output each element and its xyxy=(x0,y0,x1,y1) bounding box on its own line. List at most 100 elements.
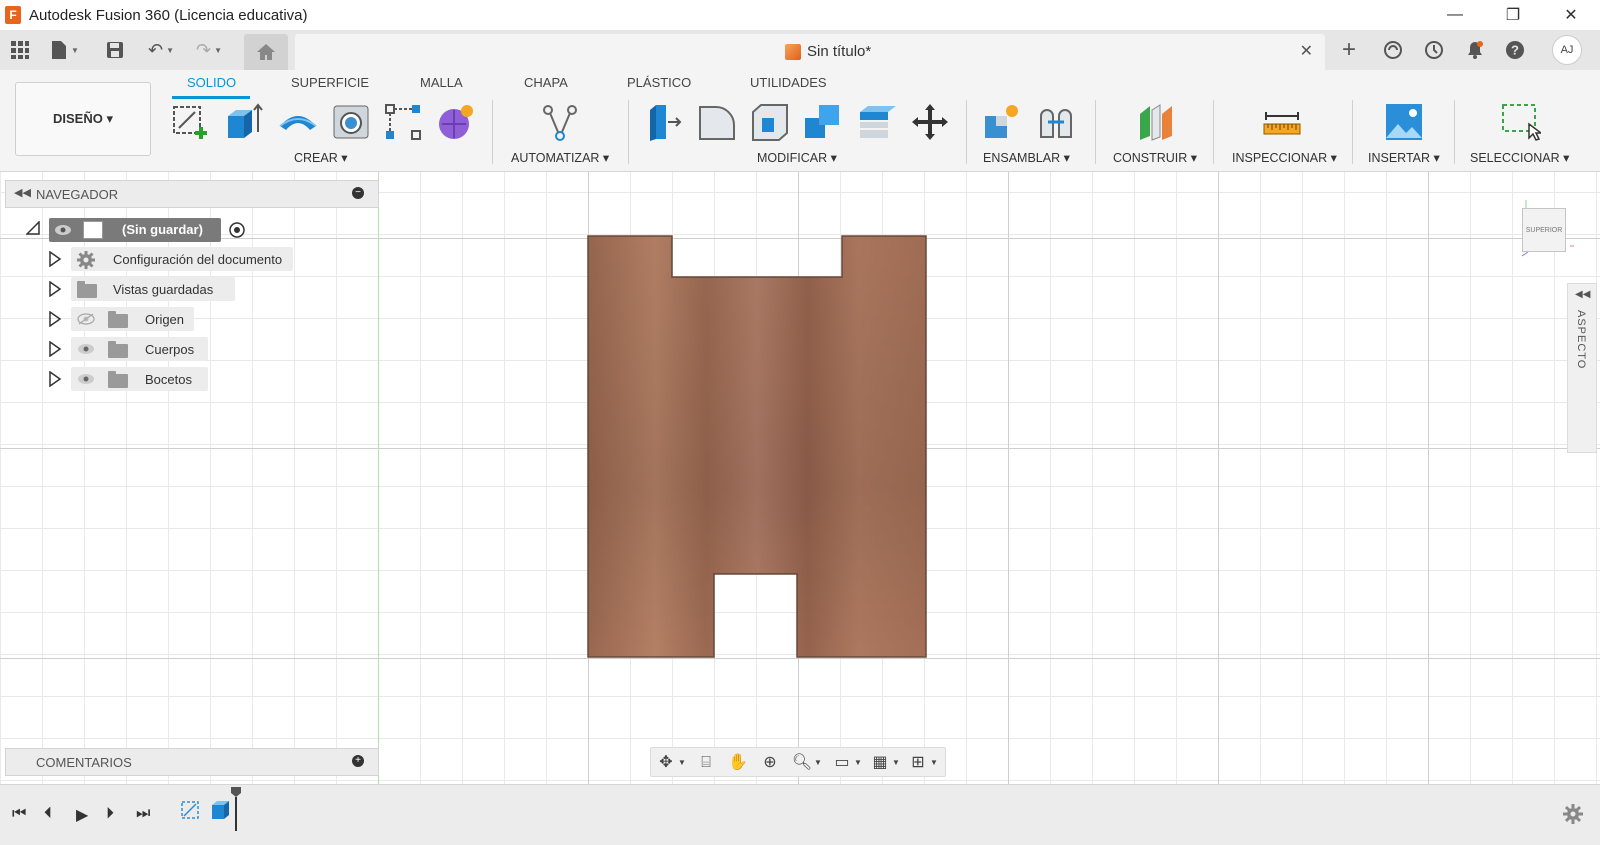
document-title: Sin título* xyxy=(807,43,872,60)
wood-body[interactable] xyxy=(587,235,927,658)
visibility-eye-icon[interactable] xyxy=(77,373,95,385)
tab-superficie[interactable]: SUPERFICIE xyxy=(291,75,369,90)
offset-face-icon[interactable] xyxy=(857,102,897,142)
comments-panel: COMENTARIOS + xyxy=(5,748,379,776)
grid-major-line xyxy=(1428,172,1429,784)
expand-arrow-icon[interactable] xyxy=(48,251,62,267)
restore-button[interactable]: ❐ xyxy=(1484,0,1542,30)
create-form-icon[interactable] xyxy=(436,102,476,142)
expand-arrow-icon[interactable] xyxy=(48,341,62,357)
seleccionar-group-label[interactable]: SELECCIONAR ▾ xyxy=(1470,150,1569,165)
visibility-eye-icon[interactable] xyxy=(54,224,72,236)
combine-icon[interactable] xyxy=(803,102,843,142)
toolbar-separator xyxy=(1095,100,1096,164)
title-bar: F Autodesk Fusion 360 (Licencia educativ… xyxy=(0,0,1600,30)
display-dropdown-icon[interactable]: ▼ xyxy=(847,752,869,774)
timeline-settings-gear-icon[interactable] xyxy=(1562,803,1584,825)
grid-dropdown-icon[interactable]: ▼ xyxy=(885,752,907,774)
close-tab-icon[interactable]: ✕ xyxy=(1300,41,1313,61)
home-tab-icon[interactable] xyxy=(244,34,288,70)
look-at-icon[interactable]: ⌸ xyxy=(695,752,717,774)
extrude-icon[interactable] xyxy=(224,102,264,142)
construir-group-label[interactable]: CONSTRUIR ▾ xyxy=(1113,150,1197,165)
timeline-marker-icon[interactable] xyxy=(230,785,242,833)
insertar-group-label[interactable]: INSERTAR ▾ xyxy=(1368,150,1440,165)
expand-arrow-icon[interactable] xyxy=(48,311,62,327)
redo-icon[interactable]: ↷ ▼ xyxy=(196,38,222,62)
insert-image-icon[interactable] xyxy=(1384,102,1424,142)
folder-icon xyxy=(108,311,128,328)
expand-arrow-icon[interactable] xyxy=(48,371,62,387)
pan-hand-icon[interactable]: ✋ xyxy=(727,752,749,774)
close-window-button[interactable]: ✕ xyxy=(1542,0,1600,30)
joint-icon[interactable] xyxy=(1036,102,1076,142)
go-to-end-icon[interactable]: ⏭ xyxy=(136,805,150,823)
inspeccionar-group-label[interactable]: INSPECCIONAR ▾ xyxy=(1232,150,1337,165)
activate-radio-icon[interactable] xyxy=(228,221,246,239)
grid-major-line xyxy=(1008,172,1009,784)
revolve-icon[interactable] xyxy=(278,102,318,142)
new-component-icon[interactable] xyxy=(982,102,1022,142)
tab-utilidades[interactable]: UTILIDADES xyxy=(750,75,827,90)
document-icon xyxy=(83,221,103,239)
tab-plastico[interactable]: PLÁSTICO xyxy=(627,75,691,90)
step-back-icon[interactable]: ⏴ xyxy=(44,805,52,823)
expand-arrow-icon[interactable] xyxy=(48,281,62,297)
gear-icon xyxy=(77,251,95,269)
user-avatar[interactable]: AJ xyxy=(1552,35,1582,65)
fusion-app-window: F Autodesk Fusion 360 (Licencia educativ… xyxy=(0,0,1600,845)
press-pull-icon[interactable] xyxy=(644,102,684,142)
add-comment-icon[interactable]: + xyxy=(352,755,364,767)
move-copy-icon[interactable] xyxy=(910,102,950,142)
timeline-sketch-icon[interactable] xyxy=(180,799,210,823)
play-icon[interactable]: ▶ xyxy=(76,805,88,825)
undo-icon[interactable]: ↶ ▼ xyxy=(148,38,174,62)
visibility-eye-icon[interactable] xyxy=(77,343,95,355)
save-icon[interactable] xyxy=(106,38,124,62)
hidden-eye-icon[interactable] xyxy=(77,313,95,325)
step-forward-icon[interactable]: ⏵ xyxy=(106,805,114,823)
root-node-label: (Sin guardar) xyxy=(122,222,203,237)
viewports-dropdown-icon[interactable]: ▼ xyxy=(923,752,945,774)
navigator-minus-icon[interactable]: − xyxy=(352,187,364,199)
pattern-icon[interactable] xyxy=(383,102,423,142)
minimize-button[interactable]: — xyxy=(1426,0,1484,30)
shell-icon[interactable] xyxy=(750,102,790,142)
document-tab[interactable]: Sin título* ✕ xyxy=(295,34,1325,70)
appearance-side-panel[interactable]: ◀◀ ASPECTO xyxy=(1567,283,1597,453)
tab-solido[interactable]: SOLIDO xyxy=(187,75,236,90)
file-menu-icon[interactable]: ▼ xyxy=(50,38,79,62)
automatizar-group-label[interactable]: AUTOMATIZAR ▾ xyxy=(511,150,609,165)
crear-group-label[interactable]: CREAR ▾ xyxy=(294,150,348,165)
apps-grid-icon[interactable] xyxy=(10,38,30,62)
window-select-icon[interactable] xyxy=(1501,102,1544,142)
orbit-dropdown-icon[interactable]: ▼ xyxy=(671,752,693,774)
tab-chapa[interactable]: CHAPA xyxy=(524,75,568,90)
ensamblar-group-label[interactable]: ENSAMBLAR ▾ xyxy=(983,150,1070,165)
modificar-group-label[interactable]: MODIFICAR ▾ xyxy=(757,150,837,165)
go-to-start-icon[interactable]: ⏮ xyxy=(12,805,26,823)
tab-malla[interactable]: MALLA xyxy=(420,75,463,90)
fillet-icon[interactable] xyxy=(697,102,737,142)
extensions-icon[interactable] xyxy=(1383,38,1403,62)
green-axis-line xyxy=(378,172,379,784)
help-icon[interactable]: ? xyxy=(1505,38,1525,62)
fusion-logo-icon: F xyxy=(5,6,21,24)
measure-icon[interactable] xyxy=(1262,102,1302,142)
toolbar-separator xyxy=(1454,100,1455,164)
hole-icon[interactable] xyxy=(331,102,371,142)
new-tab-icon[interactable]: + xyxy=(1342,36,1356,63)
job-status-icon[interactable] xyxy=(1424,38,1444,62)
collapse-root-icon[interactable] xyxy=(26,221,40,235)
notifications-icon[interactable] xyxy=(1465,38,1485,62)
toolbar-separator xyxy=(628,100,629,164)
construct-plane-icon[interactable] xyxy=(1136,102,1176,142)
zoom-dropdown-icon[interactable]: ▼ xyxy=(807,752,829,774)
expand-panel-icon[interactable]: ◀◀ xyxy=(1575,289,1590,300)
zoom-icon[interactable]: ⊕ xyxy=(759,752,781,774)
create-sketch-icon[interactable] xyxy=(171,102,211,142)
collapse-panel-icon[interactable]: ◀◀ xyxy=(14,186,31,199)
workspace-switcher[interactable]: DISEÑO ▾ xyxy=(15,82,151,156)
viewcube[interactable]: SUPERIOR xyxy=(1522,208,1566,252)
automate-icon[interactable] xyxy=(540,102,580,142)
